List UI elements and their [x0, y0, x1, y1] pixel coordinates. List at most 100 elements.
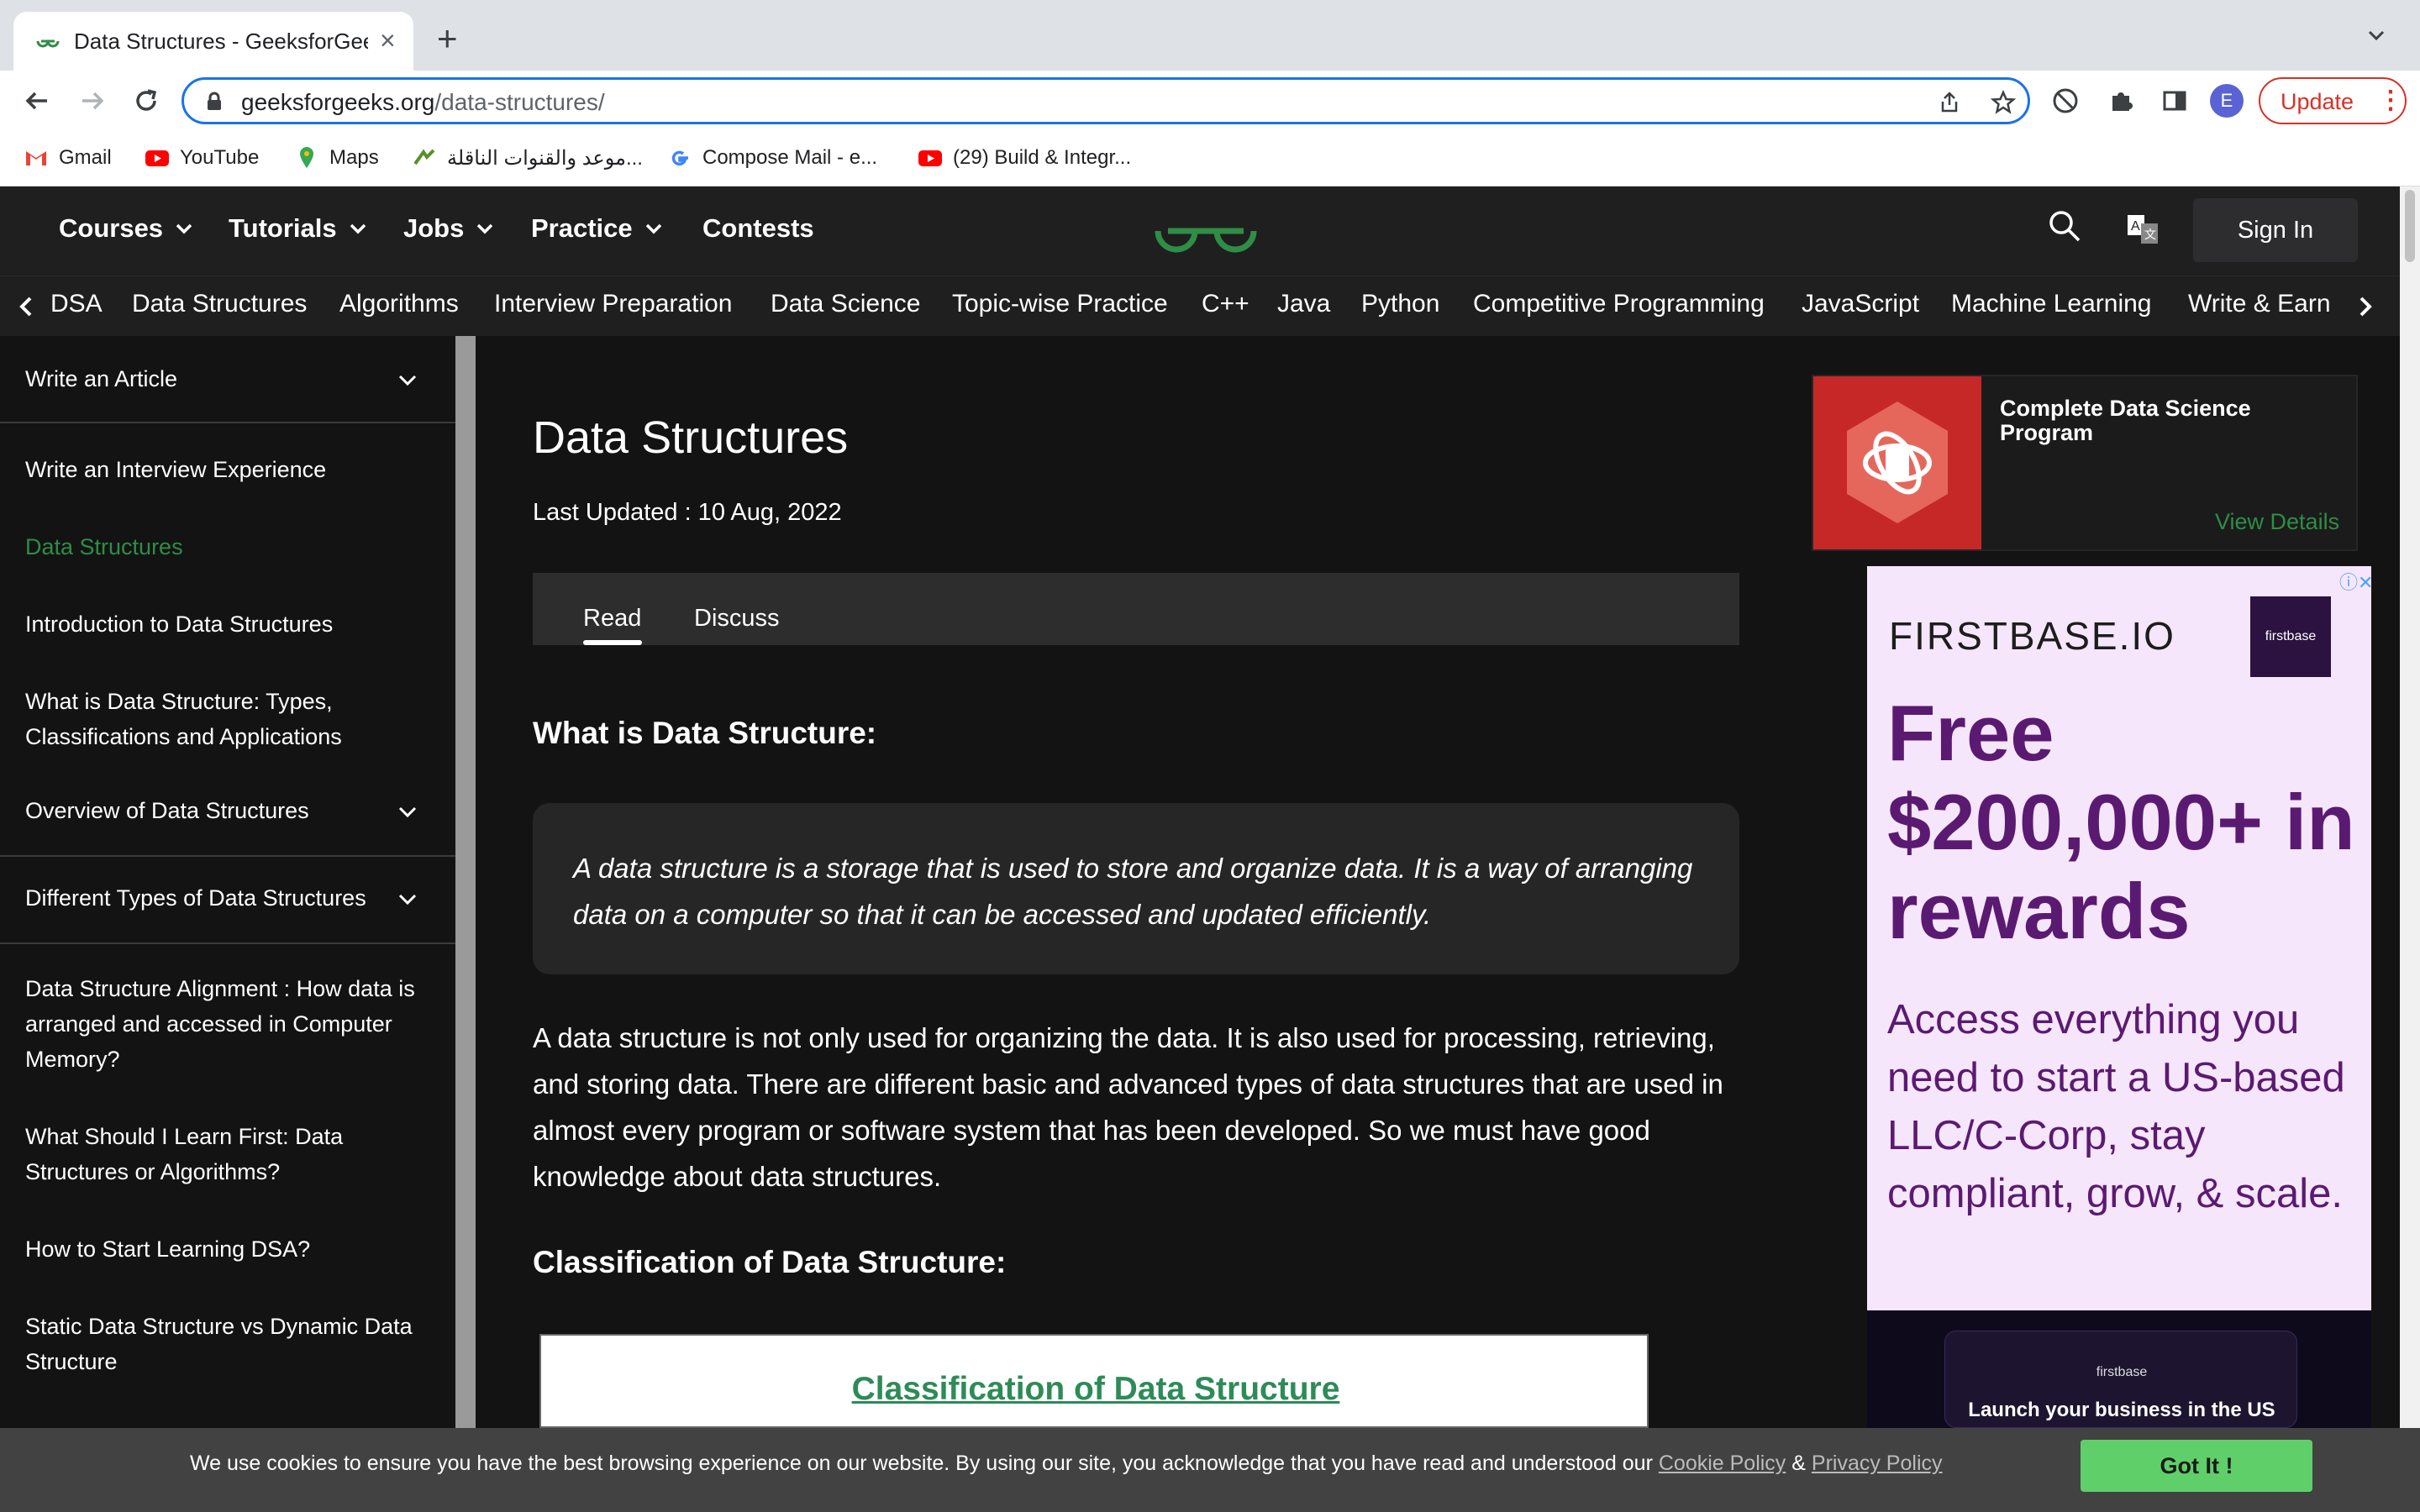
- lock-icon[interactable]: [203, 90, 226, 113]
- nav-tutorials[interactable]: Tutorials: [229, 213, 369, 244]
- subnav-interview-preparation[interactable]: Interview Preparation: [494, 290, 732, 318]
- update-button[interactable]: Update ⋮: [2259, 77, 2407, 124]
- scroll-right-chevron-icon[interactable]: [2353, 291, 2376, 322]
- tab-read[interactable]: Read: [583, 605, 641, 633]
- bookmark-label: YouTube: [180, 146, 260, 169]
- bookmark-sports[interactable]: موعد والقنوات الناقلة...: [412, 143, 643, 173]
- nav-contests[interactable]: Contests: [702, 213, 814, 244]
- sidebar-scrollbar[interactable]: [455, 336, 476, 1428]
- course-promo-card[interactable]: Complete Data Science Program View Detai…: [1812, 375, 2358, 551]
- bookmark-maps[interactable]: Maps: [294, 143, 379, 173]
- view-details-link[interactable]: View Details: [2215, 509, 2339, 535]
- back-arrow-icon[interactable]: [20, 84, 54, 118]
- address-bar[interactable]: geeksforgeeks.org/data-structures/: [182, 77, 2030, 124]
- nav-label: Contests: [702, 213, 814, 243]
- sidebar-item-what-is-ds[interactable]: What is Data Structure: Types, Classific…: [25, 684, 429, 754]
- sidebar-item-introduction[interactable]: Introduction to Data Structures: [25, 606, 429, 642]
- new-tab-icon[interactable]: +: [437, 21, 458, 56]
- subnav-machine-learning[interactable]: Machine Learning: [1951, 290, 2152, 318]
- sidebar-item-overview[interactable]: Overview of Data Structures: [25, 793, 429, 828]
- tab-title: Data Structures - GeeksforGeeks: [74, 29, 368, 54]
- chevron-down-icon[interactable]: [395, 800, 420, 825]
- ad2-logo: firstbase: [2096, 1365, 2148, 1379]
- cookie-banner: We use cookies to ensure you have the be…: [0, 1428, 2420, 1512]
- gfg-logo-icon[interactable]: [1151, 205, 1260, 257]
- sidebar: Write an Article Write an Interview Expe…: [0, 336, 457, 1428]
- extensions-puzzle-icon[interactable]: [2106, 86, 2136, 116]
- subnav-python[interactable]: Python: [1361, 290, 1439, 318]
- cookie-message: We use cookies to ensure you have the be…: [190, 1452, 1653, 1475]
- subnav-cpp[interactable]: C++: [1202, 290, 1249, 318]
- advertisement[interactable]: ⓘ✕ FIRSTBASE.IO firstbase Free $200,000+…: [1867, 566, 2373, 1310]
- extension-blocker-icon[interactable]: [2050, 86, 2081, 116]
- chevron-down-icon: [176, 223, 192, 234]
- sidebar-item-alignment[interactable]: Data Structure Alignment : How data is a…: [25, 971, 429, 1077]
- subnav-data-science[interactable]: Data Science: [771, 290, 920, 318]
- subnav-write-earn[interactable]: Write & Earn: [2188, 290, 2331, 318]
- side-panel-icon[interactable]: [2160, 86, 2190, 116]
- reload-icon[interactable]: [129, 84, 163, 118]
- tab-discuss[interactable]: Discuss: [694, 605, 780, 633]
- topics-subnav: DSA Data Structures Algorithms Interview…: [0, 276, 2400, 336]
- bookmark-label: موعد والقنوات الناقلة...: [447, 146, 643, 170]
- subnav-data-structures[interactable]: Data Structures: [132, 290, 307, 318]
- browser-tab[interactable]: Data Structures - GeeksforGeeks ×: [13, 12, 413, 71]
- sidebar-item-interview-experience[interactable]: Write an Interview Experience: [25, 452, 429, 487]
- gmail-icon: [24, 145, 49, 171]
- search-icon[interactable]: [2047, 208, 2082, 244]
- privacy-policy-link[interactable]: Privacy Policy: [1812, 1452, 1943, 1475]
- forward-arrow-icon[interactable]: [76, 84, 109, 118]
- menu-dots-icon[interactable]: ⋮: [2378, 86, 2403, 115]
- youtube-icon: [145, 145, 170, 171]
- ad2-card: firstbase Launch your business in the US: [1944, 1331, 2297, 1428]
- nav-practice[interactable]: Practice: [531, 213, 665, 244]
- bookmark-youtube[interactable]: YouTube: [145, 143, 259, 173]
- tab-search-chevron-icon[interactable]: [2365, 24, 2388, 47]
- share-icon[interactable]: [1937, 90, 1962, 115]
- subnav-competitive-programming[interactable]: Competitive Programming: [1473, 290, 1765, 318]
- classification-figure: Classification of Data Structure: [539, 1334, 1649, 1428]
- subnav-javascript[interactable]: JavaScript: [1802, 290, 1919, 318]
- chevron-down-icon[interactable]: [395, 368, 420, 393]
- sidebar-item-learn-first[interactable]: What Should I Learn First: Data Structur…: [25, 1119, 429, 1189]
- bookmark-gmail[interactable]: Gmail: [24, 143, 112, 173]
- bookmark-build-integrate[interactable]: (29) Build & Integr...: [918, 143, 1131, 173]
- profile-avatar[interactable]: E: [2210, 84, 2244, 118]
- intro-paragraph: A data structure is not only used for or…: [533, 1022, 1723, 1192]
- nav-courses[interactable]: Courses: [59, 213, 195, 244]
- bookmarks-bar: Gmail YouTube Maps موعد والقنوات الناقلة…: [0, 131, 2420, 186]
- page-scrollbar-thumb[interactable]: [2405, 190, 2415, 262]
- bookmark-compose-mail[interactable]: Compose Mail - e...: [667, 143, 877, 173]
- subnav-algorithms[interactable]: Algorithms: [339, 290, 459, 318]
- page-title: Data Structures: [533, 412, 849, 463]
- scroll-left-chevron-icon[interactable]: [15, 291, 39, 322]
- chevron-down-icon[interactable]: [395, 887, 420, 912]
- sidebar-item-start-learning[interactable]: How to Start Learning DSA?: [25, 1231, 429, 1267]
- promo-title: Complete Data Science Program: [2000, 396, 2251, 445]
- ad-choices-close-icon[interactable]: ⓘ✕: [2339, 568, 2373, 595]
- translate-icon[interactable]: A文: [2126, 212, 2160, 245]
- sidebar-item-static-vs-dynamic[interactable]: Static Data Structure vs Dynamic Data St…: [25, 1309, 429, 1379]
- maps-icon: [294, 145, 319, 171]
- subnav-dsa[interactable]: DSA: [50, 290, 103, 318]
- advertisement-secondary[interactable]: firstbase Launch your business in the US: [1867, 1310, 2371, 1428]
- page-scrollbar[interactable]: [2400, 186, 2420, 1428]
- bookmark-label: Gmail: [59, 146, 112, 169]
- sidebar-item-write-article[interactable]: Write an Article: [25, 361, 429, 396]
- close-tab-icon[interactable]: ×: [380, 27, 396, 54]
- last-updated: Last Updated : 10 Aug, 2022: [533, 499, 842, 526]
- sidebar-item-data-structures-active[interactable]: Data Structures: [25, 529, 429, 564]
- sign-in-button[interactable]: Sign In: [2193, 198, 2358, 262]
- nav-jobs[interactable]: Jobs: [403, 213, 496, 244]
- subnav-topic-wise-practice[interactable]: Topic-wise Practice: [952, 290, 1168, 318]
- sidebar-item-different-types[interactable]: Different Types of Data Structures: [25, 880, 429, 916]
- active-tab-underline: [583, 640, 642, 645]
- accept-cookies-button[interactable]: Got It !: [2081, 1440, 2312, 1492]
- svg-text:A: A: [2131, 219, 2140, 234]
- cookie-policy-link[interactable]: Cookie Policy: [1659, 1452, 1786, 1475]
- bookmark-star-icon[interactable]: [1991, 90, 2016, 115]
- article-tabs: Read Discuss: [533, 573, 1739, 645]
- sidebar-divider: [0, 855, 455, 857]
- sidebar-divider: [0, 942, 455, 944]
- subnav-java[interactable]: Java: [1277, 290, 1330, 318]
